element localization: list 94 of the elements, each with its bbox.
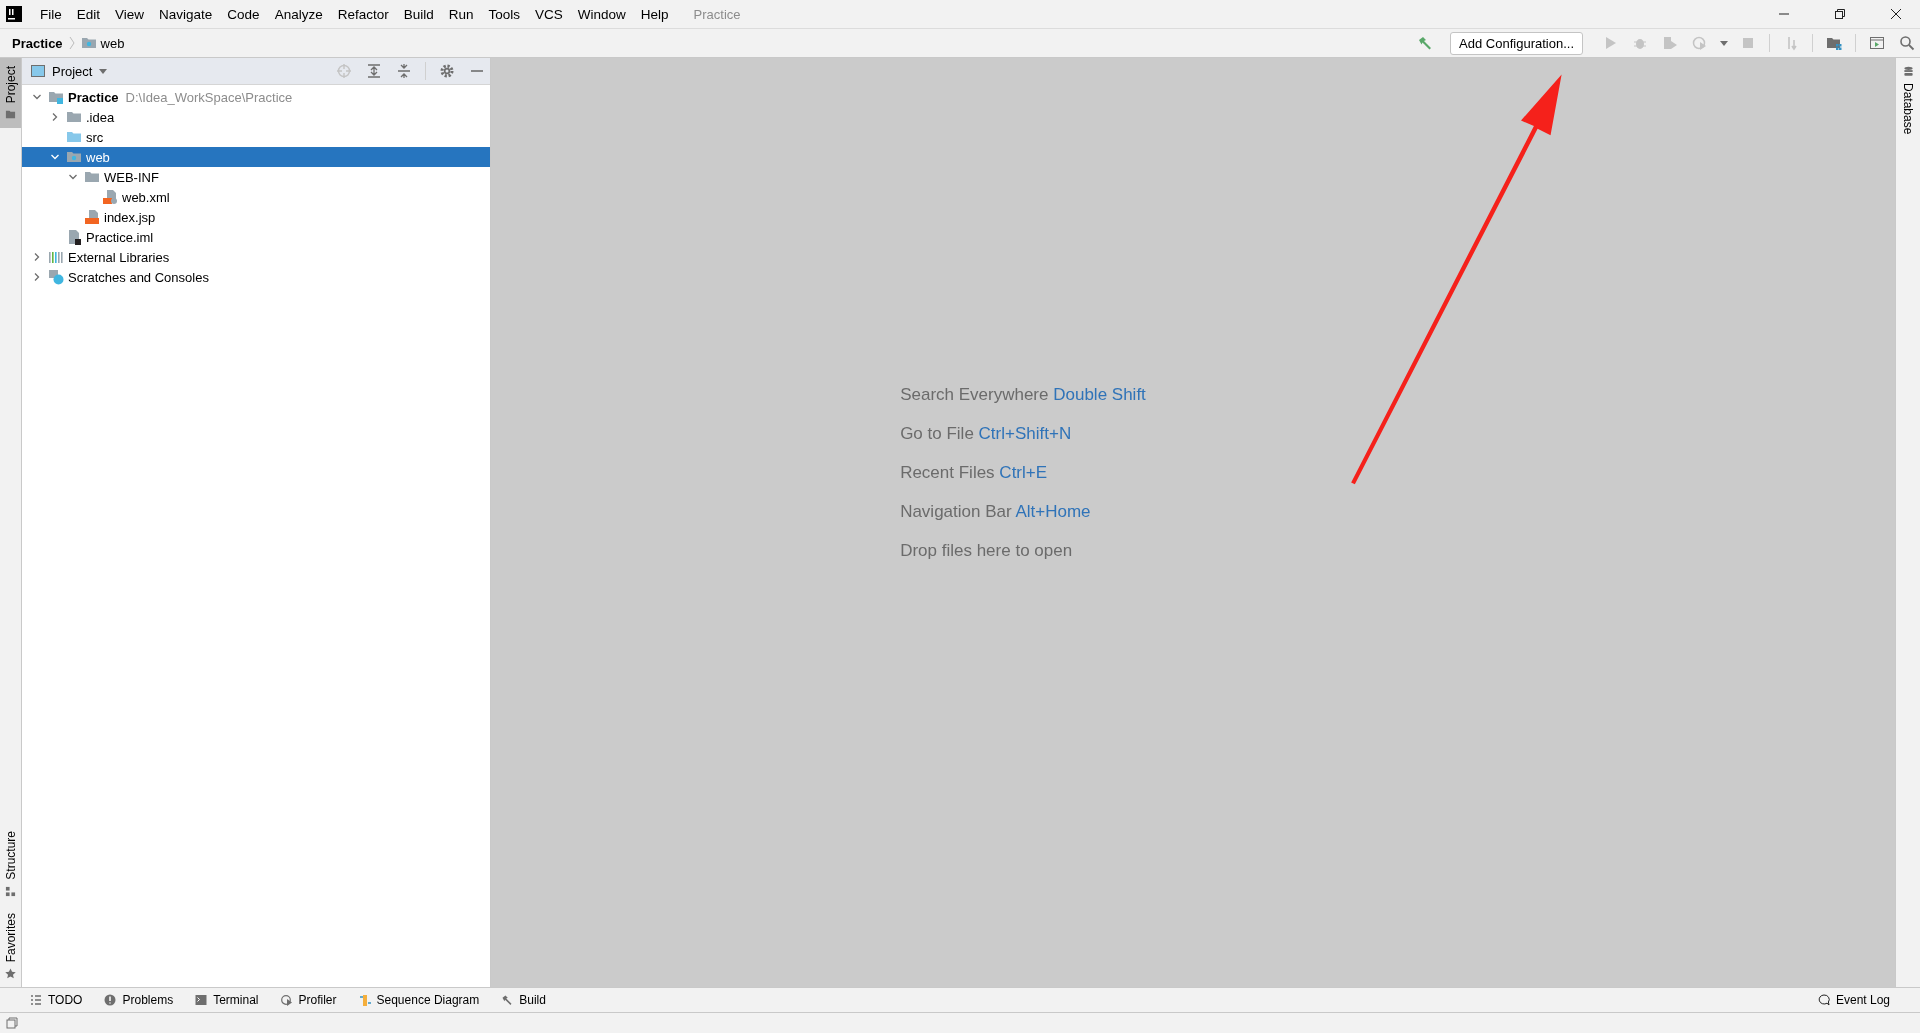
editor-hint: Recent Files Ctrl+E [900, 462, 1049, 483]
menu-item[interactable]: Edit [68, 6, 108, 22]
editor-hint: Search Everywhere Double Shift [900, 384, 1146, 405]
tree-item-label: index.jsp [104, 209, 156, 225]
structure-icon [5, 885, 16, 897]
profiler-icon [280, 994, 293, 1006]
tree-item[interactable]: index.jsp [22, 207, 490, 227]
editor-hint: Navigation Bar Alt+Home [900, 501, 1092, 522]
separator-icon [68, 36, 75, 50]
tool-window-tab[interactable]: Database [1896, 58, 1920, 143]
xml-file-icon [102, 189, 118, 205]
tree-item-label: Scratches and Consoles [68, 269, 209, 285]
list-icon [30, 994, 42, 1006]
tool-window-tab[interactable]: TODO [30, 993, 83, 1007]
settings-icon[interactable] [439, 63, 455, 79]
menu-item[interactable]: File [32, 6, 69, 22]
project-path: D:\Idea_WorkSpace\Practice [125, 89, 293, 105]
tree-item[interactable]: web.xml [22, 187, 490, 207]
libraries-icon [48, 249, 64, 265]
tool-window-tab[interactable]: Sequence Diagram [358, 993, 480, 1007]
warning-circle-icon [104, 994, 117, 1006]
folder-icon [84, 169, 100, 185]
run-window-icon[interactable] [1869, 35, 1885, 51]
chevron-right-icon[interactable] [50, 112, 60, 122]
sequence-diagram-icon [358, 994, 371, 1006]
add-configuration-button[interactable]: Add Configuration... [1450, 31, 1583, 55]
tree-item-label: External Libraries [68, 249, 170, 265]
menu-item[interactable]: Run [440, 6, 481, 22]
tool-window-tab[interactable]: Build [501, 993, 546, 1007]
breadcrumb-item[interactable]: web [100, 35, 125, 51]
menu-item[interactable]: Code [219, 6, 267, 22]
search-icon[interactable] [1899, 35, 1915, 51]
app-logo-icon [6, 6, 22, 22]
tool-window-tab[interactable]: Structure [0, 822, 21, 905]
hammer-icon[interactable] [1417, 35, 1434, 51]
caret-icon[interactable] [1720, 40, 1728, 46]
tree-item[interactable]: web [22, 147, 490, 167]
tree-item-label: src [86, 129, 104, 145]
tree-item-label: .idea [86, 109, 115, 125]
folder-icon [66, 109, 82, 125]
menu-item[interactable]: Navigate [151, 6, 220, 22]
menu-item[interactable]: VCS [527, 6, 570, 22]
toggle-windows-icon[interactable] [6, 1017, 18, 1029]
tool-window-tab[interactable]: Profiler [280, 993, 337, 1007]
tool-window-tab[interactable]: Terminal [195, 993, 259, 1007]
window-title: Practice [693, 6, 741, 22]
terminal-icon [195, 994, 208, 1006]
tree-item[interactable]: External Libraries [22, 247, 490, 267]
tool-window-tab[interactable]: Project [0, 58, 21, 129]
tree-item[interactable]: WEB-INF [22, 167, 490, 187]
tree-item[interactable]: Scratches and Consoles [22, 267, 490, 287]
menu-item[interactable]: Window [569, 6, 633, 22]
collapse-all-icon[interactable] [396, 63, 412, 79]
tree-item-label: web.xml [122, 189, 170, 205]
scratches-icon [48, 269, 64, 285]
tree-item[interactable]: .idea [22, 107, 490, 127]
chevron-down-icon[interactable] [32, 92, 42, 102]
menu-item[interactable]: Analyze [266, 6, 330, 22]
menu-item[interactable]: Tools [480, 6, 527, 22]
tool-window-tab[interactable]: Favorites [0, 904, 21, 987]
web-folder-icon [66, 149, 82, 165]
tree-item-label: Practice.iml [86, 229, 154, 245]
panel-window-icon [30, 63, 46, 79]
restore-icon[interactable] [1834, 8, 1846, 20]
tree-item[interactable]: Practice.iml [22, 227, 490, 247]
editor-hint: Go to File Ctrl+Shift+N [900, 423, 1073, 444]
folder-icon [5, 109, 16, 121]
database-icon [1902, 66, 1914, 77]
tree-item-label: WEB-INF [104, 169, 159, 185]
tool-window-tab[interactable]: Problems [104, 993, 174, 1007]
tree-item[interactable]: Practice D:\Idea_WorkSpace\Practice [22, 87, 490, 107]
project-folder-icon [48, 89, 64, 105]
jsp-file-icon [84, 209, 100, 225]
star-icon [5, 968, 16, 979]
folder-icon [66, 129, 82, 145]
menu-item[interactable]: Help [632, 6, 676, 22]
expand-all-icon[interactable] [366, 63, 382, 79]
panel-title[interactable]: Project [52, 63, 93, 79]
menu-item[interactable]: Build [395, 6, 441, 22]
module-file-icon [66, 229, 82, 245]
tree-item-label: web [86, 149, 110, 165]
editor-hint: Drop files here to open [900, 540, 1074, 561]
hammer-icon [501, 994, 514, 1006]
project-structure-icon[interactable] [1826, 35, 1842, 51]
close-icon[interactable] [1890, 8, 1902, 20]
speech-bubble-icon [1817, 994, 1830, 1006]
breadcrumb-item[interactable]: Practice [12, 35, 63, 51]
menu-item[interactable]: Refactor [329, 6, 396, 22]
menu-item[interactable]: View [107, 6, 152, 22]
web-folder-icon [80, 35, 97, 51]
caret-icon[interactable] [99, 68, 108, 74]
tree-item[interactable]: src [22, 127, 490, 147]
tree-item-label: Practice [68, 89, 119, 105]
event-log-button[interactable]: Event Log [1817, 993, 1890, 1007]
